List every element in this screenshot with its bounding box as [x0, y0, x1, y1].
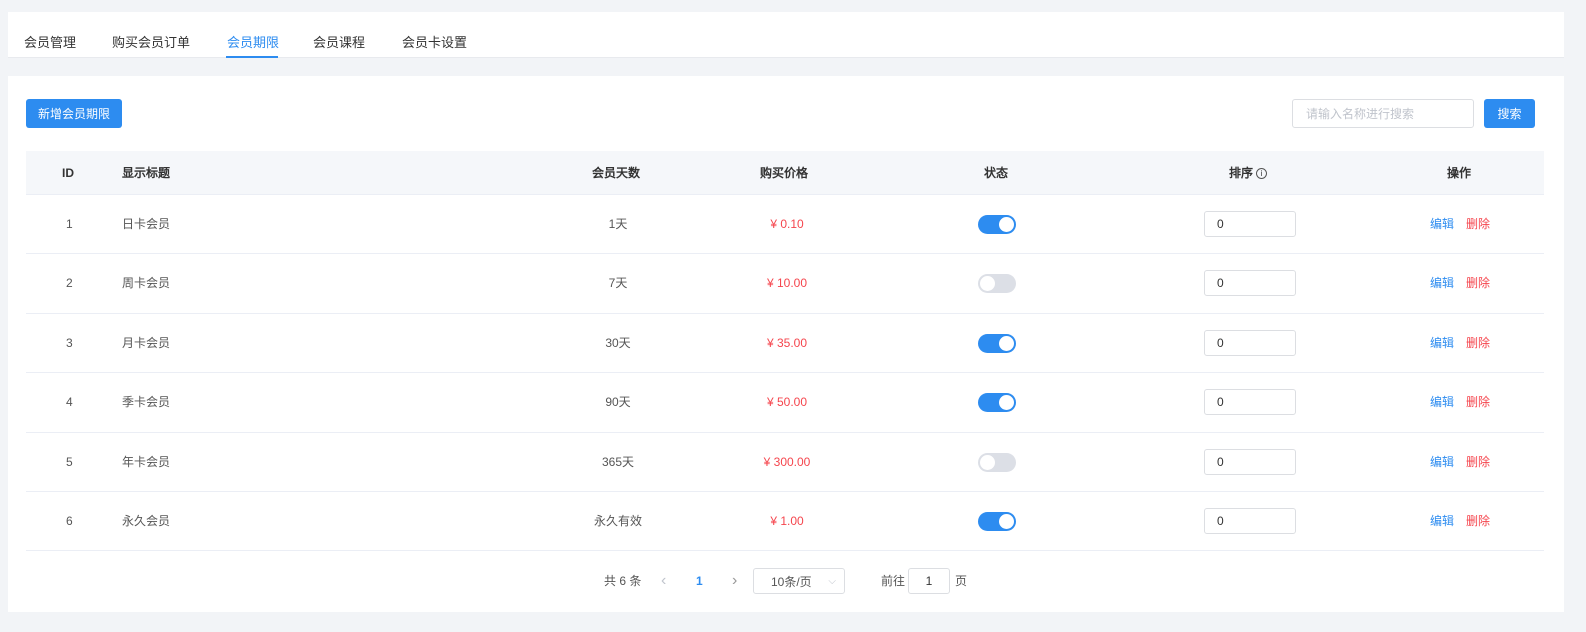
toggle-knob [999, 513, 1014, 529]
sort-input[interactable] [1204, 329, 1296, 356]
chevron-down-icon: ⌵ [828, 576, 836, 587]
delete-link[interactable]: 删除 [1466, 314, 1490, 373]
status-toggle[interactable] [978, 333, 1016, 353]
row-days: 365天 [601, 454, 635, 469]
row-id: 4 [66, 395, 73, 410]
delete-link[interactable]: 删除 [1466, 433, 1490, 492]
header-price: 购买价格 [760, 166, 809, 180]
duration-table: ID 显示标题 会员天数 购买价格 状态 排序 i 操作 1 日卡会员 1天 ¥ 0.1… [26, 151, 1544, 552]
table-row: 1 日卡会员 1天 ¥ 0.10 编辑删除 [26, 195, 1544, 255]
header-id: ID [62, 166, 74, 180]
status-toggle[interactable] [978, 511, 1016, 531]
search-input[interactable] [1292, 99, 1474, 128]
goto-page-input[interactable] [908, 568, 950, 594]
row-days: 1天 [608, 217, 628, 231]
sort-input[interactable] [1204, 448, 1296, 475]
toggle-knob [980, 454, 995, 470]
tab-member-management[interactable]: 会员管理 [24, 32, 76, 51]
header-title: 显示标题 [122, 166, 171, 180]
table-row: 5 年卡会员 365天 ¥ 300.00 编辑删除 [26, 433, 1544, 492]
search-button[interactable]: 搜索 [1484, 99, 1535, 128]
table-row: 4 季卡会员 90天 ¥ 50.00 编辑删除 [26, 373, 1544, 433]
row-title: 日卡会员 [122, 217, 171, 231]
tab-member-duration[interactable]: 会员期限 [227, 32, 279, 51]
row-price: ¥ 10.00 [766, 276, 808, 291]
status-toggle[interactable] [978, 452, 1016, 472]
table-row: 3 月卡会员 30天 ¥ 35.00 编辑删除 [26, 314, 1544, 374]
row-days: 7天 [608, 276, 628, 291]
row-title: 月卡会员 [122, 335, 171, 350]
delete-link[interactable]: 删除 [1466, 195, 1490, 254]
page-size-value: 10条/页 [771, 575, 812, 589]
header-actions: 操作 [1447, 166, 1472, 180]
pagination: 共 6 条 ‹ 1 › 10条/页 ⌵ 前往 页 [8, 568, 1564, 594]
sort-input[interactable] [1204, 507, 1296, 534]
tab-member-card-settings[interactable]: 会员卡设置 [402, 32, 467, 51]
sort-input[interactable] [1204, 211, 1296, 237]
info-icon[interactable]: i [1256, 168, 1268, 179]
row-title: 季卡会员 [122, 395, 171, 410]
edit-link[interactable]: 编辑 [1430, 195, 1454, 254]
row-price: ¥ 35.00 [766, 335, 808, 350]
status-toggle[interactable] [978, 393, 1016, 413]
goto-prefix: 前往 [881, 574, 906, 588]
main-panel: 新增会员期限 搜索 ID 显示标题 会员天数 购买价格 状态 排序i 操作 1 日… [8, 76, 1564, 612]
row-title: 年卡会员 [122, 454, 171, 469]
header-days: 会员天数 [592, 166, 641, 180]
table-row: 6 永久会员 永久有效 ¥ 1.00 编辑删除 [26, 492, 1544, 552]
row-price: ¥ 1.00 [770, 513, 804, 528]
row-days: 永久有效 [593, 513, 642, 528]
edit-link[interactable]: 编辑 [1430, 314, 1454, 373]
tab-member-courses[interactable]: 会员课程 [313, 32, 365, 51]
header-status: 状态 [984, 166, 1009, 180]
edit-link[interactable]: 编辑 [1430, 433, 1454, 492]
header-sort: 排序 i [1229, 151, 1268, 195]
delete-link[interactable]: 删除 [1466, 254, 1490, 313]
row-id: 1 [66, 217, 73, 231]
sort-input[interactable] [1204, 270, 1296, 297]
pagination-total: 共 6 条 [604, 574, 642, 588]
row-price: ¥ 50.00 [766, 395, 808, 410]
row-id: 3 [66, 335, 73, 350]
row-price: ¥ 0.10 [770, 217, 804, 231]
toggle-knob [999, 335, 1014, 351]
status-toggle[interactable] [978, 274, 1016, 294]
row-id: 5 [66, 454, 73, 469]
row-days: 90天 [605, 395, 631, 410]
edit-link[interactable]: 编辑 [1430, 492, 1454, 551]
row-days: 30天 [605, 335, 631, 350]
goto-suffix: 页 [955, 574, 968, 588]
row-title: 永久会员 [122, 513, 171, 528]
header-sort-label: 排序 [1229, 166, 1254, 180]
table-header: ID 显示标题 会员天数 购买价格 状态 排序 i 操作 [26, 151, 1544, 195]
row-title: 周卡会员 [122, 276, 171, 291]
toggle-knob [999, 217, 1014, 232]
page-size-select[interactable]: 10条/页 ⌵ [753, 568, 845, 594]
active-tab-indicator [226, 56, 278, 58]
table-row: 2 周卡会员 7天 ¥ 10.00 编辑删除 [26, 254, 1544, 314]
row-id: 2 [66, 276, 73, 291]
row-id: 6 [66, 513, 73, 528]
tab-purchase-orders[interactable]: 购买会员订单 [112, 32, 190, 51]
tabs-bar: 会员管理 购买会员订单 会员期限 会员课程 会员卡设置 [8, 12, 1564, 58]
prev-page-icon[interactable]: ‹ [661, 568, 673, 594]
toggle-knob [980, 276, 995, 292]
edit-link[interactable]: 编辑 [1430, 373, 1454, 432]
sort-input[interactable] [1204, 389, 1296, 416]
delete-link[interactable]: 删除 [1466, 373, 1490, 432]
status-toggle[interactable] [978, 215, 1016, 234]
delete-link[interactable]: 删除 [1466, 492, 1490, 551]
next-page-icon[interactable]: › [732, 568, 744, 594]
toggle-knob [999, 395, 1014, 411]
page-number-current[interactable]: 1 [696, 568, 703, 594]
edit-link[interactable]: 编辑 [1430, 254, 1454, 313]
add-duration-button[interactable]: 新增会员期限 [26, 99, 122, 128]
row-price: ¥ 300.00 [763, 454, 811, 469]
table-body: 1日卡会员1天¥ 0.10编辑删除2周卡会员7天¥ 10.00编辑删除3月卡会员… [26, 195, 1544, 552]
